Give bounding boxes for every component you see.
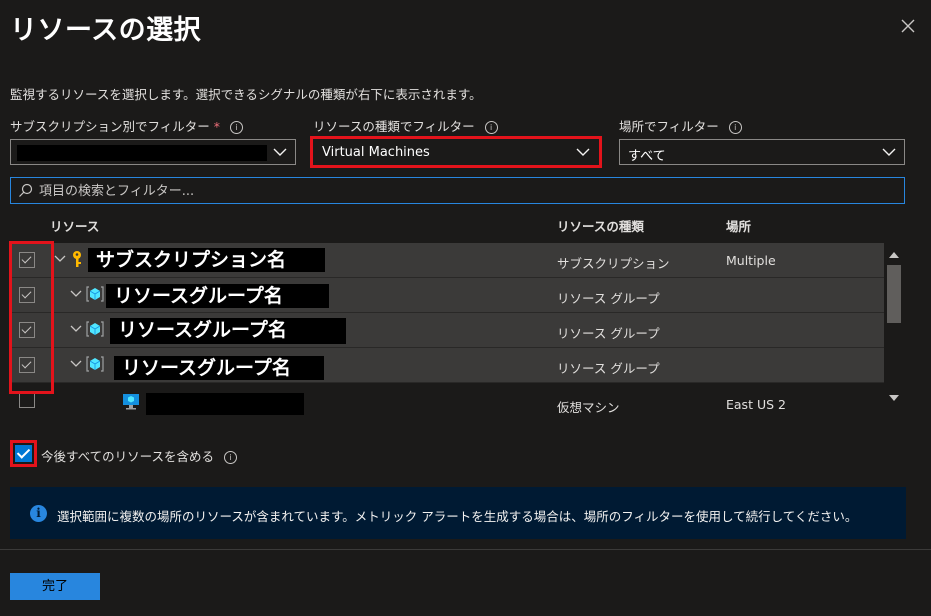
info-icon: i (30, 505, 47, 522)
resource-type-cell: 仮想マシン (557, 400, 620, 415)
dialog-title: リソースの選択 (10, 15, 202, 46)
column-header-resource[interactable]: リソース (50, 216, 99, 235)
info-icon[interactable]: i (484, 121, 498, 134)
info-icon[interactable]: i (728, 121, 742, 134)
table-row[interactable]: リソースグループ名 リソース グループ (10, 278, 884, 313)
resource-name[interactable]: リソースグループ名 (106, 284, 329, 308)
subscription-dropdown[interactable] (10, 139, 296, 165)
chevron-down-icon[interactable] (70, 323, 82, 335)
subscription-filter-label: サブスクリプション別でフィルター * i (10, 116, 244, 135)
redacted-subscription (17, 145, 267, 161)
footer-divider (0, 549, 931, 550)
resource-group-icon (86, 321, 104, 337)
row-checkbox[interactable] (19, 392, 35, 408)
search-icon (19, 183, 33, 197)
info-banner: i 選択範囲に複数の場所のリソースが含まれています。メトリック アラートを生成す… (10, 487, 906, 539)
resource-type-cell: リソース グループ (557, 291, 660, 306)
table-row[interactable]: リソースグループ名 リソース グループ (10, 313, 884, 348)
scroll-up-icon[interactable] (889, 251, 899, 258)
chevron-down-icon[interactable] (70, 358, 82, 370)
column-header-location[interactable]: 場所 (726, 216, 751, 235)
resource-type-cell: リソース グループ (557, 326, 660, 341)
resource-type-cell: リソース グループ (557, 361, 660, 376)
chevron-down-icon[interactable] (54, 253, 66, 265)
search-input[interactable] (37, 181, 881, 202)
resource-group-icon (86, 286, 104, 302)
resource-name[interactable]: リソースグループ名 (110, 318, 346, 344)
highlight-frame (9, 241, 54, 394)
table-row[interactable]: リソースグループ名 リソース グループ (10, 348, 884, 383)
chevron-down-icon (882, 148, 896, 156)
grid-scrollbar[interactable] (884, 243, 905, 409)
resource-name[interactable]: サブスクリプション名 (88, 248, 325, 272)
table-row[interactable]: サブスクリプション名 サブスクリプション Multiple (10, 243, 884, 278)
location-dropdown[interactable]: すべて (619, 139, 905, 165)
highlight-frame (10, 440, 37, 467)
resource-name[interactable] (146, 393, 304, 415)
chevron-down-icon (273, 148, 287, 156)
search-box[interactable] (10, 177, 905, 204)
location-cell: Multiple (726, 253, 776, 268)
chevron-down-icon[interactable] (70, 288, 82, 300)
info-icon[interactable]: i (224, 451, 238, 464)
info-banner-text: 選択範囲に複数の場所のリソースが含まれています。メトリック アラートを生成する場… (57, 509, 858, 524)
resource-type-dropdown[interactable]: Virtual Machines (313, 139, 599, 165)
required-mark: * (213, 119, 221, 134)
close-icon[interactable] (896, 14, 920, 38)
info-icon[interactable]: i (230, 121, 244, 134)
done-button[interactable]: 完了 (10, 573, 100, 600)
dialog-description: 監視するリソースを選択します。選択できるシグナルの種類が右下に表示されます。 (10, 87, 482, 102)
table-row[interactable]: 仮想マシン East US 2 (10, 383, 884, 416)
include-future-label: 今後すべてのリソースを含める i (41, 446, 238, 465)
virtual-machine-icon (123, 394, 139, 410)
chevron-down-icon (576, 148, 590, 156)
resource-type-cell: サブスクリプション (557, 256, 670, 271)
location-filter-label: 場所でフィルター i (619, 116, 742, 135)
resource-group-icon (86, 356, 104, 372)
scroll-down-icon[interactable] (889, 395, 899, 402)
resource-name[interactable]: リソースグループ名 (114, 356, 324, 380)
key-icon (73, 251, 81, 267)
include-future-checkbox[interactable] (15, 445, 32, 462)
resource-type-filter-label: リソースの種類でフィルター i (313, 116, 498, 135)
scrollbar-thumb[interactable] (887, 265, 901, 323)
location-cell: East US 2 (726, 397, 786, 412)
column-header-type[interactable]: リソースの種類 (557, 216, 644, 235)
resource-grid: サブスクリプション名 サブスクリプション Multiple リソースグループ名 … (10, 243, 884, 416)
